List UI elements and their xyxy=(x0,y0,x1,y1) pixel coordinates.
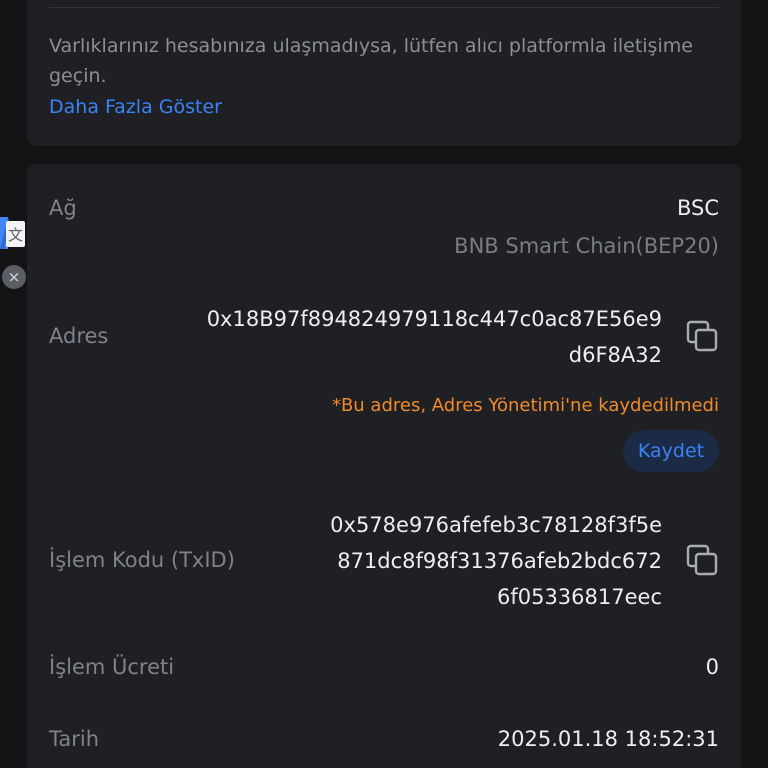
svg-text:文: 文 xyxy=(8,226,23,244)
network-subvalue: BNB Smart Chain(BEP20) xyxy=(454,234,719,258)
fee-value: 0 xyxy=(705,655,719,679)
txid-line-1: 0x578e976afefeb3c78128f3f5e xyxy=(330,513,662,537)
show-more-link[interactable]: Daha Fazla Göster xyxy=(49,92,222,122)
address-line-1: 0x18B97f894824979118c447c0ac87E56e9 xyxy=(206,307,662,331)
copy-icon xyxy=(686,320,718,352)
notice-text: Varlıklarınız hesabınıza ulaşmadıysa, lü… xyxy=(49,35,693,87)
notice-card: Varlıklarınız hesabınıza ulaşmadıysa, lü… xyxy=(27,0,741,146)
translate-tool[interactable]: 文 xyxy=(0,213,26,253)
date-label: Tarih xyxy=(49,727,99,751)
txid-value[interactable]: 0x578e976afefeb3c78128f3f5e 871dc8f98f31… xyxy=(330,507,662,615)
divider xyxy=(49,7,719,8)
txid-line-2: 871dc8f98f31376afeb2bdc672 xyxy=(337,549,662,573)
address-value[interactable]: 0x18B97f894824979118c447c0ac87E56e9 d6F8… xyxy=(207,301,662,373)
close-icon[interactable]: × xyxy=(2,265,26,289)
translate-icon: 文 xyxy=(0,217,25,249)
address-line-2: d6F8A32 xyxy=(568,343,662,367)
network-value: BSC xyxy=(676,196,719,220)
copy-txid-icon[interactable] xyxy=(685,543,719,577)
network-label: Ağ xyxy=(49,196,77,220)
copy-address-icon[interactable] xyxy=(685,319,719,353)
txid-label: İşlem Kodu (TxID) xyxy=(49,548,235,572)
details-card: Ağ BSC BNB Smart Chain(BEP20) Adres 0x18… xyxy=(27,164,741,768)
date-value: 2025.01.18 18:52:31 xyxy=(497,727,719,751)
copy-icon xyxy=(686,544,718,576)
save-address-button[interactable]: Kaydet xyxy=(623,430,719,472)
fee-label: İşlem Ücreti xyxy=(49,655,175,679)
address-warning: *Bu adres, Adres Yönetimi'ne kaydedilmed… xyxy=(331,395,719,416)
address-label: Adres xyxy=(49,324,109,348)
transaction-detail-page: Varlıklarınız hesabınıza ulaşmadıysa, lü… xyxy=(0,0,768,768)
txid-line-3: 6f05336817eec xyxy=(496,585,662,609)
